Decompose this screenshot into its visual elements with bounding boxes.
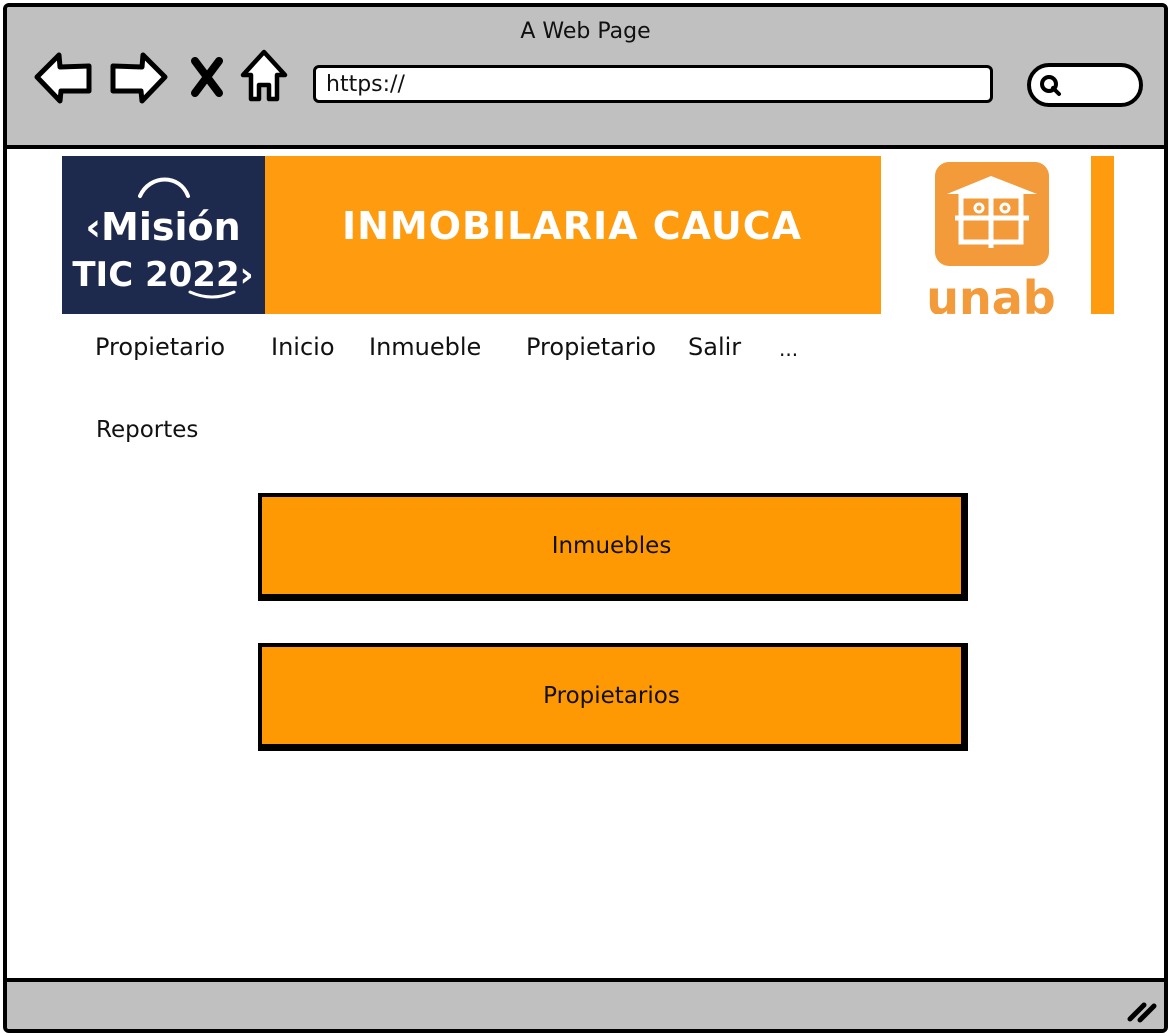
unab-logo-text: unab (926, 271, 1055, 314)
propietarios-report-button[interactable]: Propietarios (258, 643, 968, 751)
mision-tic-logo: ‹Misión TIC 2022› (62, 156, 265, 314)
search-field[interactable] (1027, 63, 1143, 107)
home-icon[interactable] (239, 47, 289, 105)
banner-title: INMOBILARIA CAUCA (341, 204, 803, 248)
back-icon[interactable] (33, 49, 95, 107)
reportes-heading: Reportes (96, 417, 199, 443)
menu-item-more[interactable]: ... (779, 337, 798, 361)
header-banner: ‹Misión TIC 2022› INMOBILARIA CAUCA unab (62, 156, 1114, 325)
search-icon (1040, 75, 1061, 96)
inmuebles-report-button[interactable]: Inmuebles (258, 493, 968, 601)
window-title: A Web Page (520, 19, 651, 44)
mision-logo-line2: TIC 2022› (72, 255, 253, 295)
address-bar[interactable]: https:// (313, 65, 993, 103)
menu-item-propietario-2[interactable]: Propietario (526, 333, 656, 361)
mision-logo-line1: ‹Misión (85, 205, 240, 249)
menu-item-inicio[interactable]: Inicio (271, 333, 335, 361)
status-bar (7, 978, 1164, 1029)
url-text: https:// (326, 72, 405, 97)
propietarios-button-label: Propietarios (543, 682, 680, 709)
inmuebles-button-label: Inmuebles (551, 532, 672, 559)
browser-titlebar: A Web Page https:// (7, 7, 1164, 149)
menu-item-salir[interactable]: Salir (688, 333, 741, 361)
resize-handle-icon[interactable] (1126, 997, 1158, 1023)
unab-logo: unab (881, 156, 1091, 325)
browser-window: A Web Page https:// ‹Misión TIC 2022› IN… (3, 3, 1168, 1033)
forward-icon[interactable] (107, 49, 169, 107)
close-icon[interactable] (189, 57, 225, 97)
menu-item-inmueble[interactable]: Inmueble (369, 333, 481, 361)
menu-item-propietario[interactable]: Propietario (95, 333, 225, 361)
